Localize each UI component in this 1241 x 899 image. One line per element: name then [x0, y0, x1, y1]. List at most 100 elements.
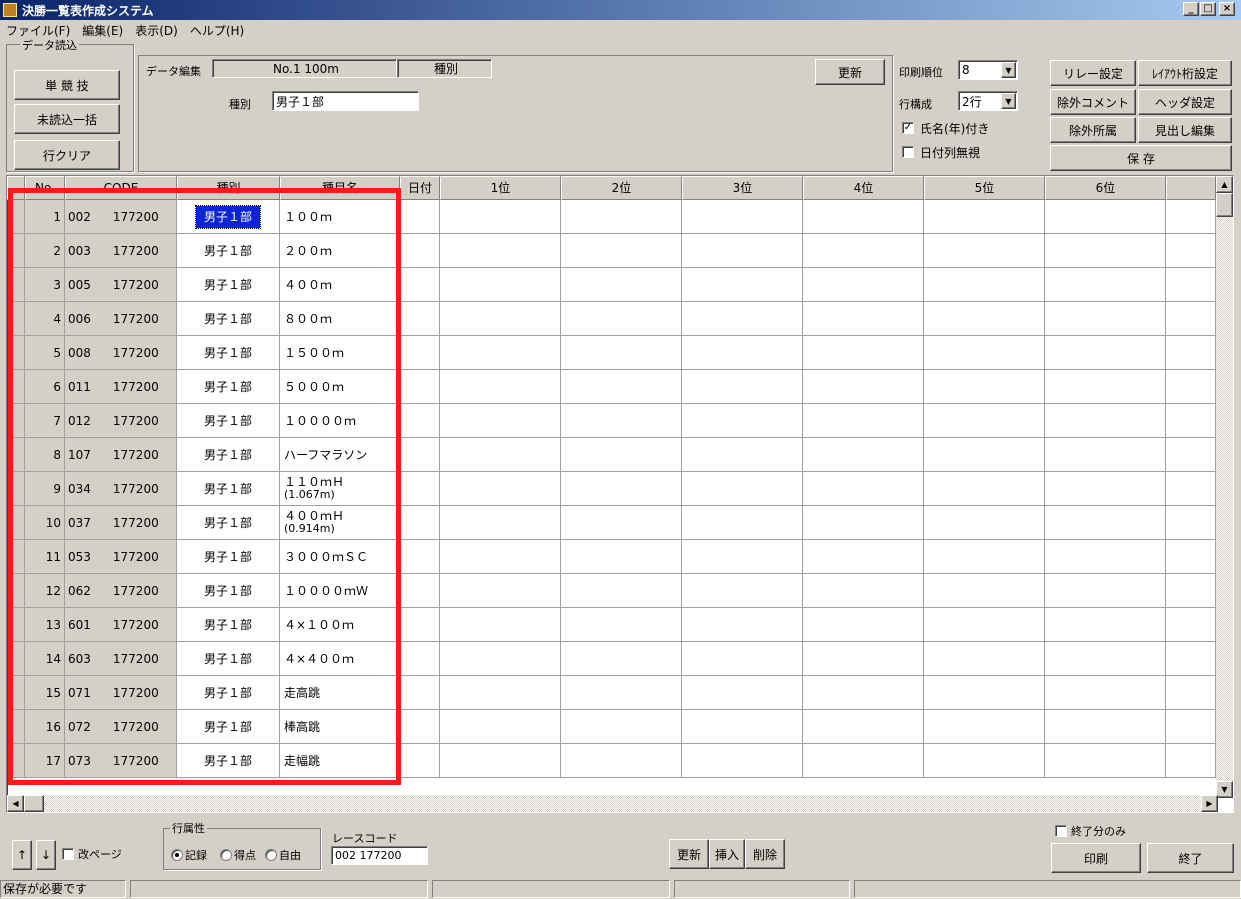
result-cell[interactable] [1045, 710, 1166, 744]
result-cell[interactable] [1166, 268, 1216, 302]
maximize-button[interactable]: □ [1200, 2, 1216, 16]
code-cell[interactable]: 008 177200 [65, 336, 177, 370]
row-number[interactable]: 11 [25, 540, 65, 574]
table-row[interactable]: 13 601 177200 男子１部 ４×１００ｍ [9, 608, 1217, 642]
result-cell[interactable] [400, 642, 440, 676]
save-button[interactable]: 保 存 [1050, 145, 1232, 171]
result-cell[interactable] [924, 574, 1045, 608]
result-cell[interactable] [440, 744, 561, 778]
heading-edit-button[interactable]: 見出し編集 [1138, 117, 1232, 143]
row-number[interactable]: 8 [25, 438, 65, 472]
category-cell[interactable]: 男子１部 [177, 302, 280, 336]
row-selector[interactable] [9, 608, 25, 642]
result-cell[interactable] [682, 438, 803, 472]
result-cell[interactable] [1045, 302, 1166, 336]
result-cell[interactable] [400, 268, 440, 302]
row-number[interactable]: 6 [25, 370, 65, 404]
row-selector[interactable] [9, 506, 25, 540]
code-cell[interactable]: 011 177200 [65, 370, 177, 404]
result-cell[interactable] [682, 268, 803, 302]
result-cell[interactable] [1045, 574, 1166, 608]
minimize-button[interactable]: _ [1183, 2, 1199, 16]
result-cell[interactable] [803, 472, 924, 506]
table-row[interactable]: 4 006 177200 男子１部 ８００ｍ [9, 302, 1217, 336]
move-down-button[interactable]: ↓ [36, 840, 56, 870]
table-row[interactable]: 9 034 177200 男子１部 １１０ｍＨ (1.067m) [9, 472, 1217, 506]
table-row[interactable]: 2 003 177200 男子１部 ２００ｍ [9, 234, 1217, 268]
row-clear-button[interactable]: 行クリア [14, 140, 120, 170]
result-cell[interactable] [440, 642, 561, 676]
result-cell[interactable] [1045, 336, 1166, 370]
result-cell[interactable] [682, 608, 803, 642]
result-cell[interactable] [924, 302, 1045, 336]
result-cell[interactable] [400, 336, 440, 370]
category-input[interactable]: 男子１部 [272, 91, 419, 111]
result-cell[interactable] [803, 404, 924, 438]
vertical-scrollbar[interactable]: ▲ ▼ [1216, 176, 1233, 798]
unread-all-button[interactable]: 未読込一括 [14, 104, 120, 134]
result-cell[interactable] [400, 540, 440, 574]
result-cell[interactable] [561, 200, 682, 234]
col-header-event[interactable]: 種目名 [280, 176, 400, 200]
row-selector[interactable] [9, 574, 25, 608]
table-row[interactable]: 12 062 177200 男子１部 １００００ｍＷ [9, 574, 1217, 608]
row-number[interactable]: 17 [25, 744, 65, 778]
result-cell[interactable] [440, 268, 561, 302]
row-selector[interactable] [9, 370, 25, 404]
result-cell[interactable] [924, 472, 1045, 506]
row-selector[interactable] [9, 676, 25, 710]
print-button[interactable]: 印刷 [1051, 843, 1141, 873]
result-cell[interactable] [561, 710, 682, 744]
table-row[interactable]: 1 002 177200 男子１部 １００ｍ [9, 200, 1217, 234]
close-button[interactable]: × [1219, 2, 1235, 16]
result-cell[interactable] [440, 506, 561, 540]
result-cell[interactable] [682, 302, 803, 336]
event-name-cell[interactable]: ３０００ｍＳＣ [280, 540, 400, 574]
result-cell[interactable] [400, 370, 440, 404]
category-cell[interactable]: 男子１部 [177, 370, 280, 404]
result-cell[interactable] [803, 302, 924, 336]
result-cell[interactable] [682, 744, 803, 778]
result-cell[interactable] [1166, 574, 1216, 608]
edit-update-button[interactable]: 更新 [815, 59, 885, 85]
result-cell[interactable] [440, 302, 561, 336]
result-cell[interactable] [1166, 370, 1216, 404]
row-number[interactable]: 2 [25, 234, 65, 268]
row-selector[interactable] [9, 336, 25, 370]
result-cell[interactable] [400, 744, 440, 778]
result-cell[interactable] [803, 710, 924, 744]
table-row[interactable]: 16 072 177200 男子１部 棒高跳 [9, 710, 1217, 744]
result-cell[interactable] [924, 540, 1045, 574]
code-cell[interactable]: 003 177200 [65, 234, 177, 268]
col-header-3rd[interactable]: 3位 [682, 176, 803, 200]
event-name-cell[interactable]: 走高跳 [280, 676, 400, 710]
result-cell[interactable] [1045, 268, 1166, 302]
row-number[interactable]: 3 [25, 268, 65, 302]
result-cell[interactable] [440, 676, 561, 710]
code-cell[interactable]: 071 177200 [65, 676, 177, 710]
event-name-cell[interactable]: 走幅跳 [280, 744, 400, 778]
table-row[interactable]: 7 012 177200 男子１部 １００００ｍ [9, 404, 1217, 438]
scroll-right-icon[interactable]: ▶ [1201, 795, 1218, 812]
table-row[interactable]: 3 005 177200 男子１部 ４００ｍ [9, 268, 1217, 302]
category-cell[interactable]: 男子１部 [177, 472, 280, 506]
result-cell[interactable] [1045, 404, 1166, 438]
table-row[interactable]: 14 603 177200 男子１部 ４×４００ｍ [9, 642, 1217, 676]
result-cell[interactable] [561, 642, 682, 676]
code-cell[interactable]: 603 177200 [65, 642, 177, 676]
result-cell[interactable] [440, 540, 561, 574]
result-cell[interactable] [803, 744, 924, 778]
result-cell[interactable] [561, 540, 682, 574]
event-name-cell[interactable]: １００００ｍＷ [280, 574, 400, 608]
result-cell[interactable] [803, 200, 924, 234]
category-cell[interactable]: 男子１部 [177, 744, 280, 778]
row-selector[interactable] [9, 404, 25, 438]
result-cell[interactable] [682, 676, 803, 710]
result-cell[interactable] [682, 370, 803, 404]
event-name-cell[interactable]: ４００ｍＨ (0.914m) [280, 506, 400, 540]
result-cell[interactable] [400, 438, 440, 472]
result-cell[interactable] [440, 574, 561, 608]
row-selector[interactable] [9, 268, 25, 302]
result-cell[interactable] [561, 302, 682, 336]
result-cell[interactable] [1045, 438, 1166, 472]
